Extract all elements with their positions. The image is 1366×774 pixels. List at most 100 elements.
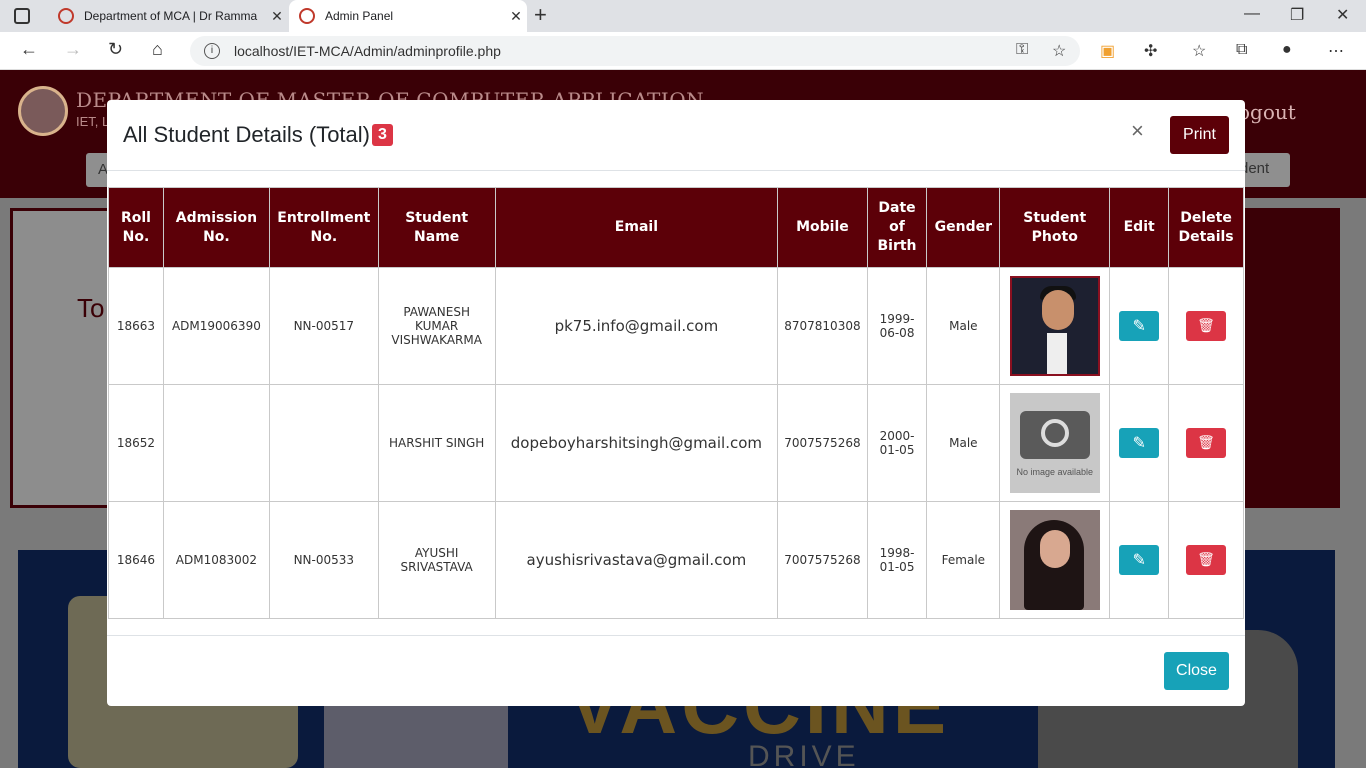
table-header-row: Roll No. Admission No. Entrollment No. S…: [108, 187, 1244, 268]
cell-delete: 🗑: [1168, 384, 1244, 502]
institute-logo: [18, 86, 68, 136]
student-details-modal: All Student Details (Total) 3 × Print Ro…: [107, 100, 1245, 706]
delete-trash-icon[interactable]: 🗑: [1186, 545, 1227, 575]
col-edit: Edit: [1109, 187, 1170, 268]
close-tab-icon[interactable]: ✕: [505, 8, 527, 25]
students-table: Roll No. Admission No. Entrollment No. S…: [108, 187, 1244, 619]
cell-name: HARSHIT SINGH: [377, 384, 496, 502]
cell-email: ayushisrivastava@gmail.com: [494, 501, 779, 619]
close-tab-icon[interactable]: ✕: [266, 8, 288, 25]
tab-actions-icon[interactable]: [14, 8, 30, 24]
col-mobile: Mobile: [777, 187, 868, 268]
window-close-icon[interactable]: ✕: [1336, 5, 1349, 25]
table-row: 18646 ADM1083002 NN-00533 AYUSHI SRIVAST…: [108, 501, 1244, 619]
address-bar[interactable]: i localhost/IET-MCA/Admin/adminprofile.p…: [190, 36, 1080, 66]
col-gender: Gender: [926, 187, 1001, 268]
cell-enrollment: NN-00533: [268, 501, 379, 619]
col-roll-no: Roll No.: [108, 187, 164, 268]
cell-admission: ADM1083002: [162, 501, 270, 619]
cell-email: pk75.info@gmail.com: [494, 267, 779, 385]
browser-tab-admin-panel[interactable]: Admin Panel ✕: [289, 0, 527, 32]
col-enrollment-no: Entrollment No.: [268, 187, 379, 268]
cell-gender: Female: [926, 501, 1001, 619]
cell-delete: 🗑: [1168, 501, 1244, 619]
cell-email: dopeboyharshitsingh@gmail.com: [494, 384, 779, 502]
col-student-photo: Student Photo: [999, 187, 1111, 268]
col-email: Email: [494, 187, 779, 268]
cell-edit: ✎: [1109, 267, 1170, 385]
student-photo: [1009, 510, 1100, 610]
delete-trash-icon[interactable]: 🗑: [1186, 428, 1227, 458]
tab-title: Department of MCA | Dr Ramma: [84, 9, 258, 23]
cell-dob: 1999-06-08: [866, 267, 928, 385]
cell-gender: Male: [926, 267, 1001, 385]
new-tab-icon[interactable]: +: [534, 2, 547, 28]
cell-photo: No image available: [999, 384, 1111, 502]
cell-roll: 18663: [108, 267, 164, 385]
browser-tab-bar: Department of MCA | Dr Ramma ✕ Admin Pan…: [0, 0, 1366, 32]
cell-mobile: 7007575268: [777, 384, 868, 502]
cell-admission: ADM19006390: [162, 267, 270, 385]
print-button[interactable]: Print: [1170, 116, 1229, 154]
cell-admission: [162, 384, 270, 502]
logout-link[interactable]: ogout: [1238, 100, 1296, 124]
col-date-of-birth: Date of Birth: [866, 187, 928, 268]
cell-photo: [999, 267, 1111, 385]
delete-trash-icon[interactable]: 🗑: [1186, 311, 1227, 341]
no-image-placeholder: No image available: [1009, 393, 1100, 493]
no-image-text: No image available: [1016, 467, 1094, 477]
cell-name: AYUSHI SRIVASTAVA: [377, 501, 496, 619]
close-icon[interactable]: ×: [1131, 118, 1144, 144]
divider: [107, 170, 1245, 171]
browser-tab-department[interactable]: Department of MCA | Dr Ramma ✕: [48, 0, 288, 32]
site-favicon-icon: [299, 8, 315, 24]
col-delete: Delete Details: [1168, 187, 1244, 268]
edit-pencil-icon[interactable]: ✎: [1119, 545, 1160, 575]
more-menu-icon[interactable]: ⋯: [1328, 41, 1344, 61]
key-icon[interactable]: ⚿: [1016, 41, 1028, 59]
close-button[interactable]: Close: [1164, 652, 1229, 690]
favorite-add-icon[interactable]: ☆: [1052, 41, 1066, 61]
address-toolbar: ← → ↻ ⌂ i localhost/IET-MCA/Admin/adminp…: [0, 32, 1366, 70]
tab-title: Admin Panel: [325, 9, 394, 23]
collections-icon[interactable]: ⧉: [1236, 41, 1247, 59]
cell-enrollment: [268, 384, 379, 502]
table-row: 18652 HARSHIT SINGH dopeboyharshitsingh@…: [108, 384, 1244, 502]
back-icon[interactable]: ←: [20, 39, 38, 60]
header-subtitle: IET, L: [76, 114, 110, 129]
table-row: 18663 ADM19006390 NN-00517 PAWANESH KUMA…: [108, 267, 1244, 385]
minimize-icon[interactable]: —: [1244, 5, 1260, 23]
extensions-puzzle-icon[interactable]: ✣: [1144, 41, 1157, 61]
cell-dob: 1998-01-05: [866, 501, 928, 619]
profile-avatar-icon[interactable]: ●: [1282, 41, 1292, 59]
restore-icon[interactable]: ❐: [1290, 5, 1304, 25]
modal-title-text: All Student Details (Total): [123, 122, 370, 147]
total-count-badge: 3: [372, 124, 393, 146]
student-photo: [1009, 276, 1100, 376]
cell-edit: ✎: [1109, 384, 1170, 502]
edit-pencil-icon[interactable]: ✎: [1119, 428, 1160, 458]
reload-icon[interactable]: ↻: [108, 39, 123, 60]
side-panel: [1240, 208, 1340, 508]
cell-roll: 18652: [108, 384, 164, 502]
forward-icon: →: [64, 39, 82, 59]
site-info-icon[interactable]: i: [204, 43, 220, 59]
cell-gender: Male: [926, 384, 1001, 502]
edit-pencil-icon[interactable]: ✎: [1119, 311, 1160, 341]
favorites-icon[interactable]: ☆: [1192, 41, 1206, 61]
cell-delete: 🗑: [1168, 267, 1244, 385]
card-title: To: [77, 293, 105, 323]
cell-edit: ✎: [1109, 501, 1170, 619]
col-student-name: Student Name: [377, 187, 496, 268]
cell-enrollment: NN-00517: [268, 267, 379, 385]
cell-photo: [999, 501, 1111, 619]
cell-name: PAWANESH KUMAR VISHWAKARMA: [377, 267, 496, 385]
home-icon[interactable]: ⌂: [152, 39, 163, 60]
cell-mobile: 8707810308: [777, 267, 868, 385]
col-admission-no: Admission No.: [162, 187, 270, 268]
cell-roll: 18646: [108, 501, 164, 619]
extension-icon[interactable]: ▣: [1100, 41, 1115, 61]
url-text: localhost/IET-MCA/Admin/adminprofile.php: [234, 43, 501, 59]
banner-subheadline: DRIVE: [748, 740, 860, 773]
cell-mobile: 7007575268: [777, 501, 868, 619]
